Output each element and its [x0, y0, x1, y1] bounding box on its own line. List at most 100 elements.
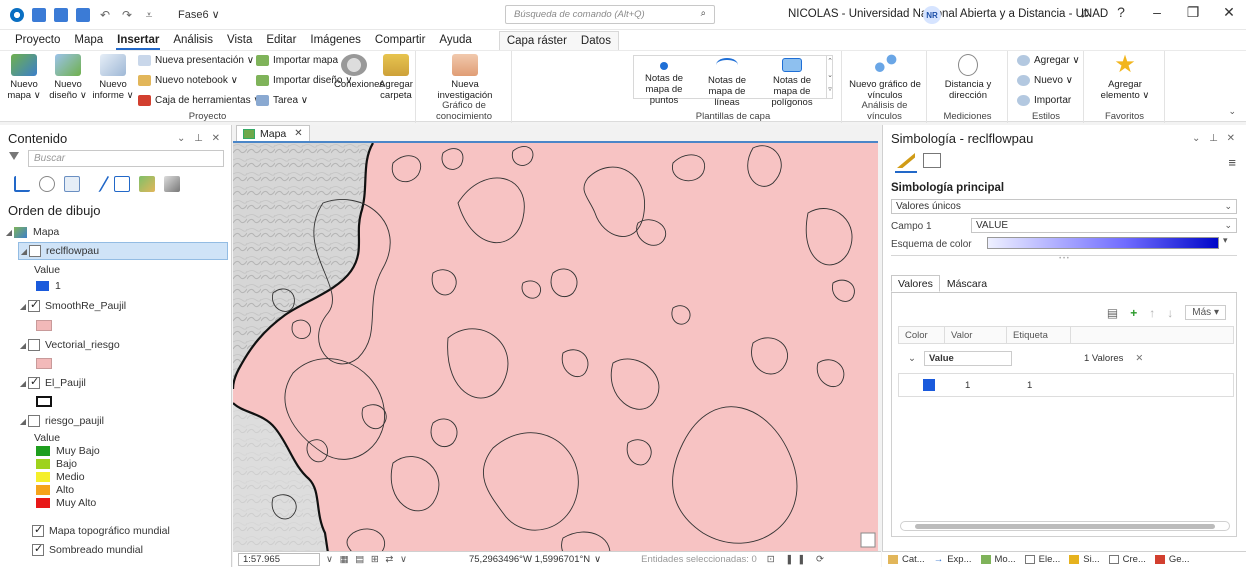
- filter-icon[interactable]: [9, 152, 19, 160]
- expand-chevron-icon[interactable]: ◢: [18, 417, 28, 426]
- editing-icon[interactable]: [84, 176, 110, 192]
- distance-direction-button[interactable]: Distancia y dirección: [934, 54, 1002, 101]
- tab-capa-raster[interactable]: Capa ráster: [500, 32, 574, 52]
- new-link-chart-button[interactable]: Nuevo gráfico de vínculos: [847, 54, 923, 101]
- tab-imagenes[interactable]: Imágenes: [303, 30, 368, 50]
- new-notebook-button[interactable]: Nuevo notebook ∨: [138, 75, 238, 86]
- command-search-input[interactable]: Búsqueda de comando (Alt+Q) ⌕: [505, 5, 715, 24]
- vary-symbology-icon[interactable]: [923, 153, 941, 168]
- tab-mascara[interactable]: Máscara: [940, 275, 994, 292]
- user-avatar[interactable]: NR: [923, 6, 941, 24]
- selected-features[interactable]: Entidades seleccionadas: 0: [641, 554, 757, 565]
- new-investigation-button[interactable]: Nueva investigación: [427, 54, 503, 101]
- collapse-chevron-icon[interactable]: ⌄: [908, 353, 916, 364]
- expand-chevron-icon[interactable]: ◢: [18, 341, 28, 350]
- dock-tab-modify[interactable]: Mo...: [980, 554, 1016, 565]
- new-report-button[interactable]: Nuevo informe ∨: [92, 54, 134, 101]
- map-node[interactable]: ◢ Mapa: [4, 223, 59, 241]
- add-value-icon[interactable]: +: [1130, 306, 1137, 320]
- pane-controls[interactable]: ⌄ ⊥ ✕: [1192, 133, 1238, 144]
- chevron-down-icon[interactable]: ▾: [1223, 235, 1228, 246]
- layer-visibility-checkbox[interactable]: [32, 523, 44, 537]
- gallery-scroll[interactable]: ⌃ ⌄ ▿: [826, 55, 833, 99]
- dock-tab-create[interactable]: Cre...: [1108, 554, 1146, 565]
- color-swatch[interactable]: [923, 379, 935, 391]
- field-dropdown[interactable]: VALUE ⌄: [971, 218, 1237, 233]
- move-up-icon[interactable]: ↑: [1149, 306, 1155, 320]
- layer-row-reclflowpau[interactable]: ◢ reclflowpau: [18, 242, 228, 260]
- task-button[interactable]: Tarea ∨: [256, 95, 308, 106]
- close-tab-icon[interactable]: ✕: [294, 128, 302, 139]
- pane-controls[interactable]: ⌄ ⊥ ✕: [177, 133, 223, 144]
- expand-chevron-icon[interactable]: ◢: [18, 302, 28, 311]
- dock-tab-geoprocessing[interactable]: Ge...: [1154, 554, 1189, 565]
- new-style-button[interactable]: Nuevo ∨: [1017, 75, 1073, 86]
- collapse-ribbon-icon[interactable]: ⌄: [1228, 106, 1236, 117]
- connections-button[interactable]: Conexiones: [334, 54, 384, 90]
- expand-chevron-icon[interactable]: ◢: [19, 247, 29, 256]
- value-group-header[interactable]: ⌄ Value 1 Valores ✕: [898, 347, 1234, 369]
- notification-bell-icon[interactable]: ♫: [1074, 4, 1096, 21]
- layer-visibility-checkbox[interactable]: [28, 298, 40, 312]
- tab-datos[interactable]: Datos: [574, 32, 618, 52]
- tab-vista[interactable]: Vista: [220, 30, 259, 50]
- expand-chevron-icon[interactable]: ◢: [18, 379, 28, 388]
- save-project-icon[interactable]: [76, 7, 90, 22]
- labeling-icon[interactable]: [139, 176, 155, 192]
- layer-row-vectorial-riesgo[interactable]: ◢ Vectorial_riesgo: [18, 336, 120, 354]
- dock-tab-catalog[interactable]: Cat...: [888, 554, 925, 565]
- map-tab[interactable]: Mapa ✕: [236, 125, 310, 141]
- symbology-method-dropdown[interactable]: Valores únicos ⌄: [891, 199, 1237, 214]
- coordinate-dropdown-icon[interactable]: ∨: [594, 554, 601, 565]
- layer-visibility-checkbox[interactable]: [29, 245, 41, 257]
- layer-row-sombreado-mundial[interactable]: Sombreado mundial: [32, 541, 143, 559]
- new-map-button[interactable]: Nuevo mapa ∨: [6, 54, 42, 101]
- layer-visibility-checkbox[interactable]: [28, 415, 40, 427]
- import-style-button[interactable]: Importar: [1017, 95, 1071, 106]
- primary-symbology-icon[interactable]: [897, 153, 915, 168]
- polygon-notes-button[interactable]: Notas de mapa de polígonos: [761, 54, 823, 108]
- new-project-icon[interactable]: [32, 7, 46, 22]
- map-canvas[interactable]: [233, 141, 878, 551]
- layer-visibility-checkbox[interactable]: [28, 375, 40, 389]
- layer-visibility-checkbox[interactable]: [28, 339, 40, 351]
- tab-valores[interactable]: Valores: [891, 275, 940, 292]
- project-name-dropdown[interactable]: Fase6 ∨: [178, 8, 220, 21]
- map-nav-tools-icon[interactable]: ∨ ▦ ▤ ⊞ ⇄ ∨: [326, 554, 409, 565]
- splitter-handle[interactable]: • • •: [891, 255, 1237, 262]
- scrollbar-thumb[interactable]: [915, 524, 1215, 529]
- layer-visibility-checkbox[interactable]: [32, 542, 44, 556]
- new-presentation-button[interactable]: Nueva presentación ∨: [138, 55, 254, 66]
- snapping-icon[interactable]: [114, 176, 130, 192]
- open-project-icon[interactable]: [54, 7, 68, 22]
- table-row[interactable]: 1 1: [898, 373, 1234, 397]
- expand-chevron-icon[interactable]: ◢: [4, 228, 14, 237]
- group-name[interactable]: Value: [923, 350, 1012, 366]
- layer-row-riesgo-paujil[interactable]: ◢ riesgo_paujil: [18, 412, 104, 430]
- line-notes-button[interactable]: Notas de mapa de líneas: [697, 54, 757, 108]
- map-overview-icon[interactable]: [860, 532, 876, 548]
- undo-icon[interactable]: ↶: [98, 8, 112, 22]
- toolbox-button[interactable]: Caja de herramientas ∨: [138, 95, 261, 106]
- symbology-list-icon[interactable]: [164, 176, 180, 192]
- dock-tab-explore[interactable]: → Exp...: [934, 554, 972, 565]
- dock-tab-elements[interactable]: Ele...: [1024, 554, 1060, 565]
- customize-toolbar-icon[interactable]: ⩡: [142, 8, 156, 22]
- close-button[interactable]: ✕: [1218, 4, 1240, 21]
- more-button[interactable]: Más ▾: [1185, 305, 1226, 320]
- tab-compartir[interactable]: Compartir: [368, 30, 432, 50]
- restore-button[interactable]: ❐: [1182, 4, 1204, 21]
- help-icon[interactable]: ?: [1110, 4, 1132, 21]
- layer-row-mapa-topografico[interactable]: Mapa topográfico mundial: [32, 522, 170, 540]
- contents-search-input[interactable]: Buscar: [28, 150, 224, 167]
- drawing-order-icon[interactable]: [14, 176, 30, 192]
- minimize-button[interactable]: –: [1146, 4, 1168, 21]
- tab-ayuda[interactable]: Ayuda: [432, 30, 478, 50]
- import-map-button[interactable]: Importar mapa: [256, 55, 338, 66]
- new-layout-button[interactable]: Nuevo diseño ∨: [48, 54, 88, 101]
- scale-input[interactable]: 1:57.965: [238, 553, 320, 566]
- dock-tab-symbology[interactable]: Si...: [1069, 554, 1100, 565]
- menu-hamburger-icon[interactable]: ≡: [1228, 155, 1236, 170]
- layer-row-smoothre-paujil[interactable]: ◢ SmoothRe_Paujil: [18, 297, 126, 315]
- color-scheme-ramp[interactable]: [987, 237, 1219, 249]
